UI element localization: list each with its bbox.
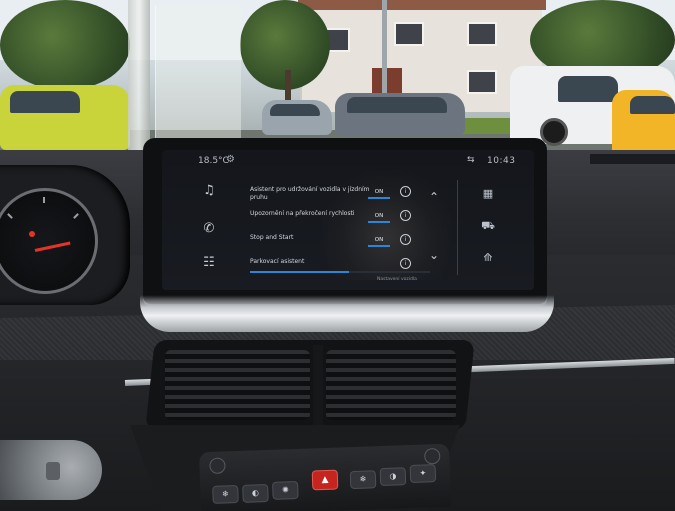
gauge-tick <box>73 213 79 219</box>
toggle-label: ON <box>374 213 384 219</box>
connectivity-icon[interactable]: ⇆ <box>467 155 475 165</box>
setting-label: Asistent pro udržování vozidla v jízdním… <box>250 186 370 201</box>
gauge-needle <box>34 241 71 252</box>
setting-toggle[interactable]: ON <box>368 212 390 223</box>
car-glass <box>558 76 618 102</box>
climate-button[interactable]: ◐ <box>242 483 269 503</box>
info-icon[interactable]: i <box>400 258 411 269</box>
car-interior-photo: 18.5°C ⚙ ⇆ 10:43 ♫ ✆ ☷ Asistent pro udrž… <box>0 0 675 511</box>
infotainment-screen[interactable]: 18.5°C ⚙ ⇆ 10:43 ♫ ✆ ☷ Asistent pro udrž… <box>162 150 534 290</box>
toggle-bar <box>368 221 390 223</box>
setting-label: Upozornění na překročení rychlosti <box>250 210 355 217</box>
clock: 10:43 <box>487 156 516 166</box>
parked-car <box>262 100 332 135</box>
wiper-stalk[interactable] <box>0 440 102 500</box>
car-glass <box>630 96 675 114</box>
parked-car <box>0 85 130 150</box>
air-vent-right[interactable] <box>326 350 456 420</box>
setting-label: Parkovací asistent <box>250 258 305 265</box>
gauge-tick <box>7 213 13 219</box>
recirc-button[interactable]: ◑ <box>379 467 407 487</box>
car-glass <box>347 97 447 113</box>
grid-icon[interactable]: ▦ <box>480 186 496 202</box>
control-knob[interactable] <box>423 447 441 465</box>
setting-row[interactable]: Upozornění na překročení rychlosti ON i <box>250 210 430 234</box>
toggle-bar <box>368 245 390 247</box>
fan-icon[interactable]: ⚙ <box>226 154 235 165</box>
navigation-icon[interactable]: ⟰ <box>480 250 496 266</box>
setting-toggle[interactable]: ON <box>368 236 390 247</box>
rear-defrost-button[interactable]: ✦ <box>409 464 437 484</box>
car-glass <box>10 91 80 113</box>
info-icon[interactable]: i <box>400 234 411 245</box>
defrost-button[interactable]: ❄ <box>212 485 239 504</box>
setting-row[interactable]: Asistent pro udržování vozidla v jízdním… <box>250 186 430 210</box>
gauge-red-mark <box>29 231 35 237</box>
status-bar: 18.5°C ⚙ ⇆ 10:43 <box>162 150 534 172</box>
roof <box>298 0 546 10</box>
windshield-frame <box>128 0 150 150</box>
setting-row[interactable]: Stop and Start ON i <box>250 234 430 258</box>
scroll-down-icon[interactable]: ⌄ <box>424 248 444 262</box>
scroll-up-icon[interactable]: ⌃ <box>424 190 444 204</box>
dash-edge <box>590 154 675 164</box>
apps-icon[interactable]: ☷ <box>200 254 218 272</box>
control-knob[interactable] <box>209 457 226 475</box>
side-divider <box>457 180 458 275</box>
setting-label: Stop and Start <box>250 234 294 241</box>
gauge-tick <box>43 197 45 203</box>
scroll-progress <box>250 271 430 273</box>
info-icon[interactable]: i <box>400 210 411 221</box>
vent-divider <box>313 345 323 430</box>
music-icon[interactable]: ♫ <box>200 182 218 200</box>
phone-icon[interactable]: ✆ <box>200 220 218 238</box>
stalk-grip <box>46 462 60 480</box>
ac-button[interactable]: ❄ <box>349 470 377 490</box>
fan-button[interactable]: ✺ <box>272 480 299 500</box>
temperature-readout: 18.5°C <box>198 156 229 166</box>
window <box>467 22 497 46</box>
left-rail: ♫ ✆ ☷ <box>192 176 222 286</box>
yellow-car <box>612 90 675 155</box>
window <box>467 70 497 94</box>
toggle-label: ON <box>374 189 384 195</box>
screen-caption: Nastavení vozidla <box>377 277 417 282</box>
air-vent-left[interactable] <box>165 350 310 420</box>
toggle-bar <box>368 197 390 199</box>
toggle-label: ON <box>374 237 384 243</box>
climate-control-panel: ❄ ◐ ✺ ▲ ❄ ◑ ✦ <box>198 443 452 511</box>
parked-car <box>335 93 465 135</box>
setting-toggle[interactable]: ON <box>368 188 390 199</box>
tree <box>0 0 130 90</box>
window <box>394 22 424 46</box>
windshield-sticker <box>155 5 241 155</box>
car-glass <box>270 104 320 116</box>
info-icon[interactable]: i <box>400 186 411 197</box>
scroll-progress-fill <box>250 271 349 273</box>
hazard-button[interactable]: ▲ <box>311 469 339 491</box>
car-icon[interactable]: ⛟ <box>480 218 496 234</box>
